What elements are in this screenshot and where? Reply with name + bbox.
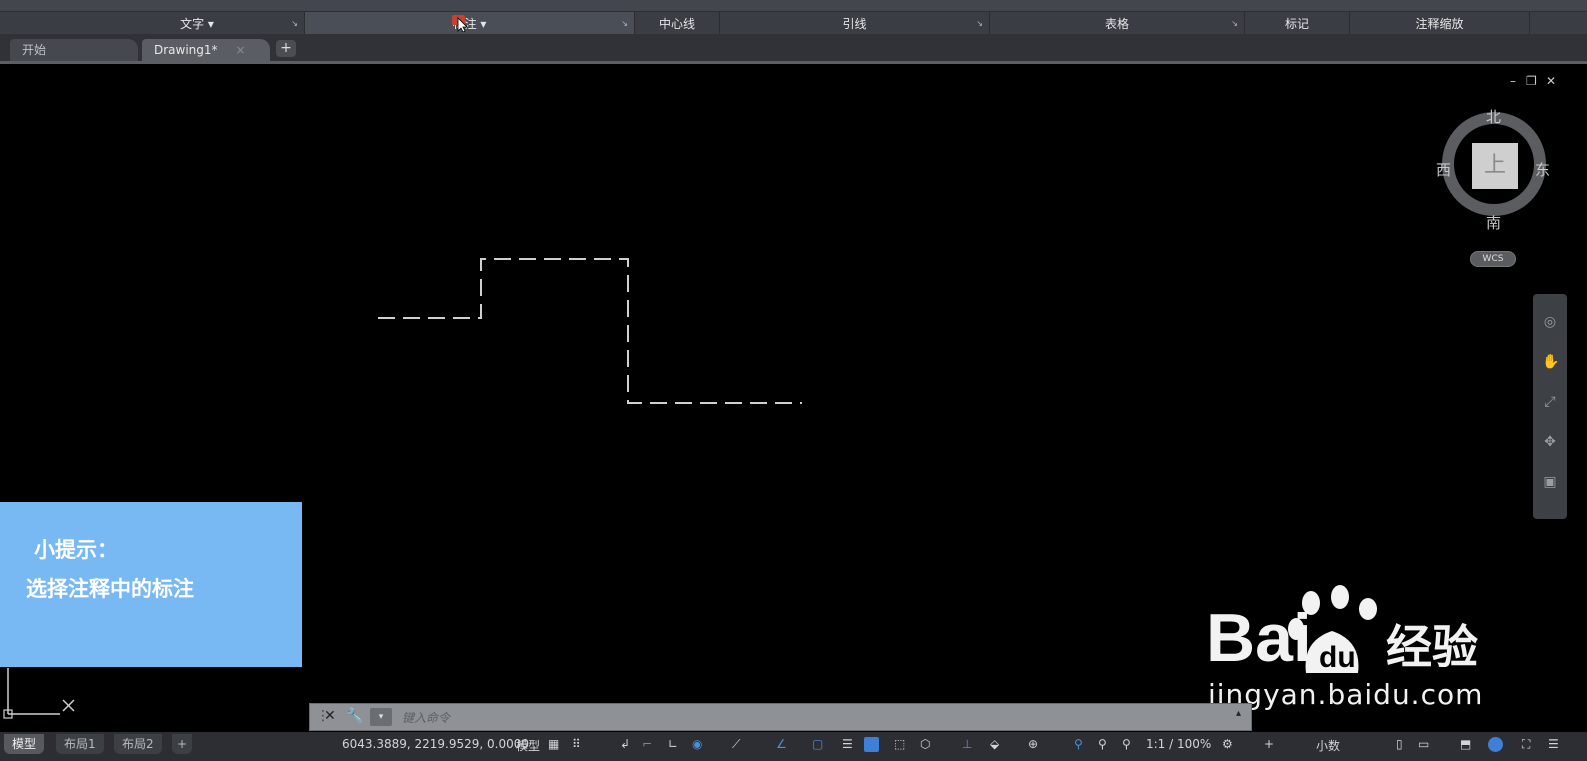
annotation-scale-value[interactable]: 1:1 / 100% xyxy=(1146,737,1211,751)
polar-tracking-icon[interactable]: ◉ xyxy=(692,737,702,751)
transparency-icon[interactable] xyxy=(864,737,879,752)
steering-wheel-icon[interactable]: ◎ xyxy=(1542,314,1558,330)
viewcube-south[interactable]: 南 xyxy=(1486,212,1501,233)
isodraft-icon[interactable]: ⟋ xyxy=(732,737,740,752)
recent-commands-dropdown[interactable]: ▾ xyxy=(370,708,392,726)
layout-tab-layout1[interactable]: 布局1 xyxy=(56,734,104,754)
hardware-acceleration-icon[interactable] xyxy=(1488,737,1503,752)
cursor-coordinates[interactable]: 6043.3889, 2219.9529, 0.0000 xyxy=(342,737,529,751)
ribbon-panel-table-label: 表格 xyxy=(1104,16,1129,31)
ribbon-panel-dimension[interactable]: 标注 ▾ ↘ xyxy=(305,12,635,34)
mouse-cursor-icon xyxy=(452,15,468,32)
restore-icon[interactable]: ❐ xyxy=(1526,74,1537,88)
ortho-mode-icon[interactable]: ∟ xyxy=(668,737,678,751)
object-snap-icon[interactable]: ▢ xyxy=(812,737,823,751)
ribbon-panel-text[interactable]: 文字 ▾ ↘ xyxy=(90,12,305,34)
viewcube-top-face[interactable]: 上 xyxy=(1472,143,1518,189)
tip-title: 小提示： xyxy=(34,538,118,562)
ribbon-panel-leader[interactable]: 引线 ↘ xyxy=(720,12,990,34)
pan-icon[interactable]: ✋ xyxy=(1542,354,1559,370)
panel-expand-icon[interactable]: ↘ xyxy=(1231,19,1238,28)
lineweight-icon[interactable]: ☰ xyxy=(842,737,853,751)
ribbon-panel-text-label: 文字 ▾ xyxy=(180,16,214,31)
zoom-extents-icon[interactable]: ⤢ xyxy=(1542,394,1558,410)
customize-wrench-icon[interactable]: 🔧 xyxy=(346,708,363,724)
tab-start[interactable]: 开始 xyxy=(10,39,138,61)
quick-properties-icon[interactable]: ▯ xyxy=(1396,737,1403,751)
navigation-bar: ◎ ✋ ⤢ ✥ ▣ xyxy=(1533,294,1567,519)
clean-screen-icon[interactable]: ⛶ xyxy=(1522,737,1530,752)
annotation-visibility-icon[interactable]: ⚲ xyxy=(1074,737,1083,751)
file-tab-bar: 开始 Drawing1* × xyxy=(0,34,1587,64)
tip-panel: 小提示： 选择注释中的标注 xyxy=(0,502,302,667)
ribbon-panel-centerline-label: 中心线 xyxy=(658,16,695,31)
viewcube-east[interactable]: 东 xyxy=(1535,159,1550,180)
3d-object-snap-icon[interactable]: ⬡ xyxy=(920,737,930,751)
panel-expand-icon[interactable]: ↘ xyxy=(976,19,983,28)
close-tab-icon[interactable]: × xyxy=(236,43,246,57)
command-line: ⋮ ✕ 🔧 ▾ 键入命令 ▴ xyxy=(309,703,1252,731)
workspace-gear-icon[interactable]: ⚙ xyxy=(1222,737,1233,751)
annotation-monitor-icon[interactable]: + xyxy=(1264,737,1274,751)
infer-constraints-icon[interactable]: ↲ xyxy=(620,737,630,751)
object-snap-tracking-icon[interactable]: ∠ xyxy=(776,737,787,751)
gizmo-icon[interactable]: ⊕ xyxy=(1028,737,1038,751)
status-bar: 模型 布局1 布局2 + 6043.3889, 2219.9529, 0.000… xyxy=(0,732,1587,761)
layout-tab-model[interactable]: 模型 xyxy=(4,734,45,754)
ribbon-panel-markup-label: 标记 xyxy=(1284,16,1309,31)
orbit-icon[interactable]: ✥ xyxy=(1542,434,1558,450)
ribbon-panel-annotation-scaling[interactable]: 注释缩放 xyxy=(1350,12,1530,34)
ribbon-panel-leader-label: 引线 xyxy=(842,16,867,31)
tab-start-label: 开始 xyxy=(22,43,47,57)
dynamic-input-icon[interactable]: ⌐ xyxy=(642,737,652,751)
viewcube-west[interactable]: 西 xyxy=(1436,159,1451,180)
tab-drawing1[interactable]: Drawing1* × xyxy=(142,39,270,61)
showmotion-icon[interactable]: ▣ xyxy=(1542,474,1558,490)
close-command-line-icon[interactable]: ✕ xyxy=(324,708,336,724)
ribbon-panel-annotation-scaling-label: 注释缩放 xyxy=(1415,16,1464,31)
lock-ui-icon[interactable]: ▭ xyxy=(1418,737,1429,751)
layout-tab-layout2-label: 布局2 xyxy=(122,737,154,751)
grid-icon[interactable]: ▦ xyxy=(548,737,559,751)
new-tab-button[interactable]: + xyxy=(276,40,296,57)
layout-tab-layout1-label: 布局1 xyxy=(64,737,96,751)
panel-expand-icon[interactable]: ↘ xyxy=(291,19,298,28)
auto-scale-icon[interactable]: ⚲ xyxy=(1098,737,1107,751)
layout-tab-layout2[interactable]: 布局2 xyxy=(114,734,162,754)
ucs-icon xyxy=(3,668,75,719)
svg-text:经验: 经验 xyxy=(1386,620,1478,674)
ribbon-panel-centerline[interactable]: 中心线 xyxy=(635,12,720,34)
selection-filter-icon[interactable]: ⬙ xyxy=(990,737,999,751)
selection-cycling-icon[interactable]: ⬚ xyxy=(894,737,905,751)
minimize-icon[interactable]: – xyxy=(1510,74,1516,88)
tip-body: 选择注释中的标注 xyxy=(26,577,194,601)
model-space-toggle[interactable]: 模型 xyxy=(516,737,540,754)
baidu-jingyan-logo: Bai 经验 du xyxy=(1206,585,1478,676)
command-history-arrow-icon[interactable]: ▴ xyxy=(1236,708,1241,719)
ribbon-panel-markup[interactable]: 标记 xyxy=(1245,12,1350,34)
customization-menu-icon[interactable]: ☰ xyxy=(1548,737,1559,751)
ribbon: 文字 ▾ ↘ 标注 ▾ ↘ 中心线 引线 ↘ 表格 ↘ 标记 注释缩放 xyxy=(0,0,1587,34)
svg-text:du: du xyxy=(1319,641,1356,674)
dynamic-ucs-icon[interactable]: ⊥ xyxy=(962,737,972,751)
snap-mode-icon[interactable]: ⠿ xyxy=(572,737,581,751)
ribbon-panel-table[interactable]: 表格 ↘ xyxy=(990,12,1245,34)
dashed-polyline xyxy=(378,258,802,404)
tab-drawing1-label: Drawing1* xyxy=(154,43,218,57)
annotation-scale-icon[interactable]: ⚲ xyxy=(1122,737,1131,751)
viewcube-north[interactable]: 北 xyxy=(1486,106,1501,127)
wcs-menu[interactable]: WCS xyxy=(1470,251,1516,267)
layout-tab-model-label: 模型 xyxy=(12,737,37,751)
panel-expand-icon[interactable]: ↘ xyxy=(621,19,628,28)
units-dropdown[interactable]: 小数 xyxy=(1316,737,1340,754)
command-input[interactable]: 键入命令 xyxy=(402,709,450,726)
add-layout-button[interactable]: + xyxy=(172,734,193,754)
close-icon[interactable]: ✕ xyxy=(1546,74,1556,88)
isolate-objects-icon[interactable]: ⬒ xyxy=(1460,737,1471,751)
ribbon-panels-clipped xyxy=(0,0,1587,12)
